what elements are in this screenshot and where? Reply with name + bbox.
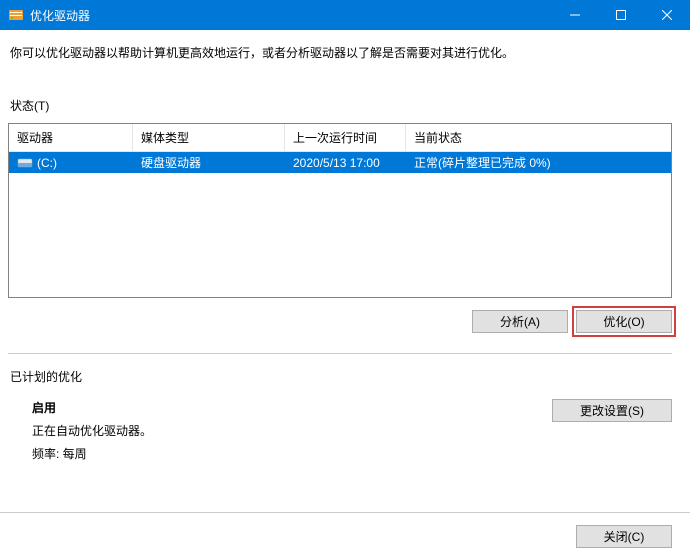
minimize-button[interactable] <box>552 0 598 30</box>
analyze-button[interactable]: 分析(A) <box>472 310 568 333</box>
window-controls <box>552 0 690 30</box>
scheduled-section: 已计划的优化 启用 正在自动优化驱动器。 频率: 每周 更改设置(S) <box>8 368 672 462</box>
cell-media: 硬盘驱动器 <box>133 154 285 171</box>
drive-icon <box>17 155 33 171</box>
section-divider <box>8 353 672 354</box>
header-drive[interactable]: 驱动器 <box>9 124 133 151</box>
maximize-button[interactable] <box>598 0 644 30</box>
drive-list: 驱动器 媒体类型 上一次运行时间 当前状态 (C:) 硬盘驱动器 2020/5/… <box>8 123 672 298</box>
cell-drive-text: (C:) <box>37 156 57 170</box>
scheduled-title: 已计划的优化 <box>8 368 672 385</box>
cell-status: 正常(碎片整理已完成 0%) <box>406 154 671 171</box>
header-media[interactable]: 媒体类型 <box>133 124 285 151</box>
header-last-run[interactable]: 上一次运行时间 <box>285 124 406 151</box>
table-row[interactable]: (C:) 硬盘驱动器 2020/5/13 17:00 正常(碎片整理已完成 0%… <box>9 152 671 173</box>
scheduled-frequency: 频率: 每周 <box>32 445 552 462</box>
page-description: 你可以优化驱动器以帮助计算机更高效地运行，或者分析驱动器以了解是否需要对其进行优… <box>8 44 672 61</box>
cell-drive: (C:) <box>9 155 133 171</box>
list-header: 驱动器 媒体类型 上一次运行时间 当前状态 <box>9 124 671 152</box>
app-icon <box>8 7 24 23</box>
optimize-button[interactable]: 优化(O) <box>576 310 672 333</box>
titlebar: 优化驱动器 <box>0 0 690 30</box>
cell-last-run: 2020/5/13 17:00 <box>285 156 406 170</box>
action-buttons: 分析(A) 优化(O) <box>8 310 672 333</box>
status-label: 状态(T) <box>8 97 672 114</box>
header-status[interactable]: 当前状态 <box>406 124 671 151</box>
close-dialog-button[interactable]: 关闭(C) <box>576 525 672 548</box>
window-title: 优化驱动器 <box>30 7 552 24</box>
scheduled-description: 正在自动优化驱动器。 <box>32 422 552 439</box>
change-settings-button[interactable]: 更改设置(S) <box>552 399 672 422</box>
footer: 关闭(C) <box>0 513 690 548</box>
close-button[interactable] <box>644 0 690 30</box>
scheduled-enable: 启用 <box>32 399 552 416</box>
